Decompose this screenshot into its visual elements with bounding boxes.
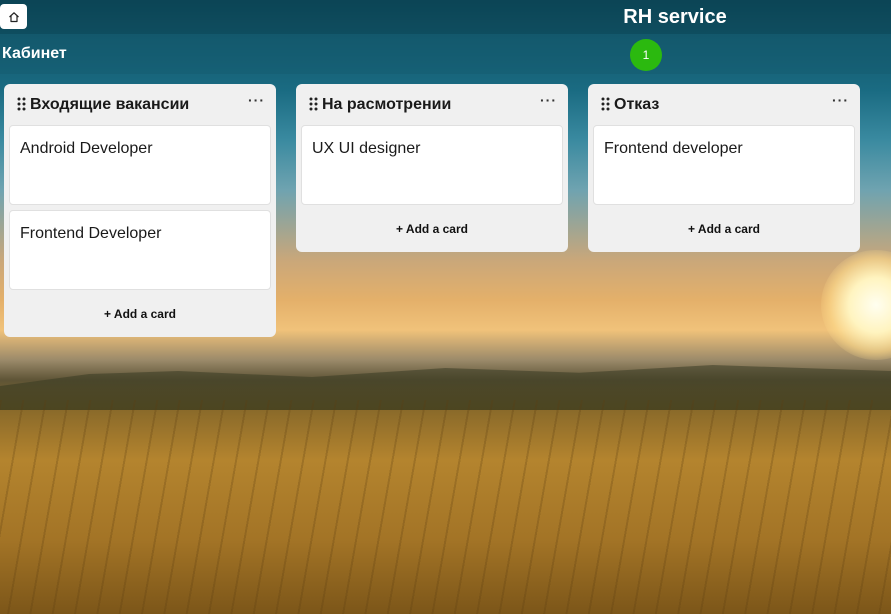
add-card-button[interactable]: + Add a card [301, 210, 563, 242]
home-icon [8, 11, 19, 22]
notification-badge[interactable]: 1 [630, 39, 662, 71]
list-menu-button[interactable]: ··· [540, 92, 557, 108]
app-title: RH service [623, 6, 727, 28]
list-header: Входящие вакансии ··· [9, 92, 271, 125]
list-header: Отказ ··· [593, 92, 855, 125]
list-menu-button[interactable]: ··· [248, 92, 265, 108]
drag-handle-icon[interactable] [17, 97, 27, 111]
add-card-button[interactable]: + Add a card [593, 210, 855, 242]
drag-handle-icon[interactable] [601, 97, 611, 111]
add-card-button[interactable]: + Add a card [9, 295, 271, 327]
home-button[interactable] [0, 4, 27, 29]
list-incoming: Входящие вакансии ··· Android Developer … [4, 84, 276, 337]
list-title: Входящие вакансии [30, 96, 190, 113]
card[interactable]: Android Developer [9, 125, 271, 205]
card[interactable]: UX UI designer [301, 125, 563, 205]
list-menu-button[interactable]: ··· [832, 92, 849, 108]
card[interactable]: Frontend developer [593, 125, 855, 205]
list-header: На расмотрении ··· [301, 92, 563, 125]
background-field [0, 400, 891, 614]
list-title: На расмотрении [322, 96, 452, 113]
list-review: На расмотрении ··· UX UI designer + Add … [296, 84, 568, 252]
drag-handle-icon[interactable] [309, 97, 319, 111]
list-rejected: Отказ ··· Frontend developer + Add a car… [588, 84, 860, 252]
top-bar: RH service [0, 0, 891, 34]
board-title: Кабинет [2, 45, 67, 62]
list-title: Отказ [614, 96, 660, 113]
background-sun [821, 250, 891, 360]
card[interactable]: Frontend Developer [9, 210, 271, 290]
board-bar: Кабинет 1 [0, 34, 891, 74]
